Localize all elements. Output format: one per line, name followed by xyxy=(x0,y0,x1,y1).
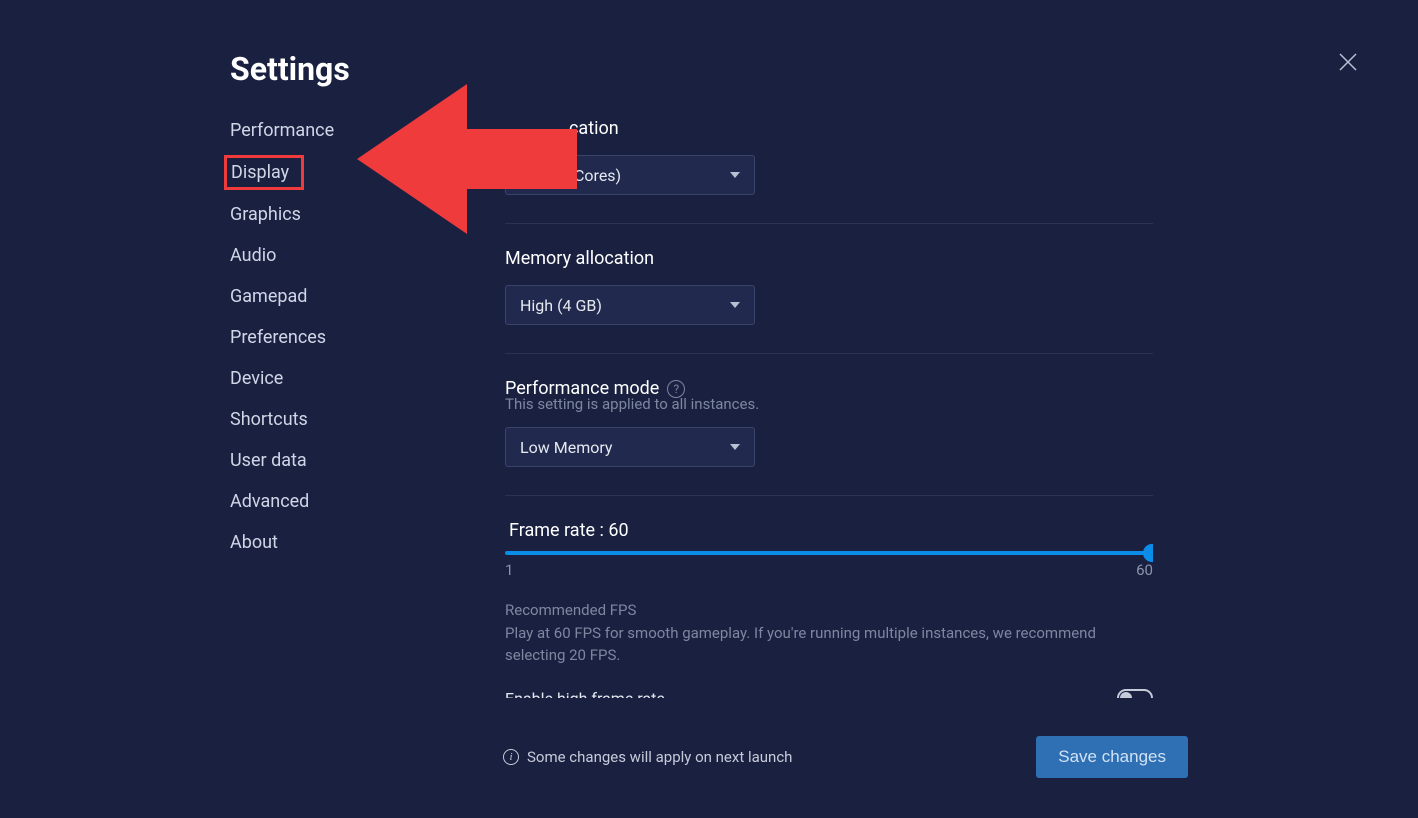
slider-min-label: 1 xyxy=(505,561,513,579)
chevron-down-icon xyxy=(730,172,740,178)
high-frame-rate-toggle[interactable] xyxy=(1117,689,1153,698)
recommended-fps-body: Play at 60 FPS for smooth gameplay. If y… xyxy=(505,623,1145,667)
close-icon xyxy=(1336,50,1360,74)
sidebar-item-device[interactable]: Device xyxy=(230,366,283,391)
high-frame-rate-row: Enable high frame rate xyxy=(505,689,1153,699)
sidebar-item-graphics[interactable]: Graphics xyxy=(230,202,301,227)
sidebar-item-display[interactable]: Display xyxy=(224,155,304,190)
sidebar-item-user-data[interactable]: User data xyxy=(230,448,307,473)
divider xyxy=(505,223,1153,224)
frame-rate-label: Frame rate : 60 xyxy=(505,520,1153,541)
slider-max-label: 60 xyxy=(1136,561,1153,579)
sidebar-item-advanced[interactable]: Advanced xyxy=(230,489,309,514)
settings-sidebar: Performance Display Graphics Audio Gamep… xyxy=(0,118,470,818)
sidebar-item-about[interactable]: About xyxy=(230,530,278,555)
divider xyxy=(505,495,1153,496)
close-button[interactable] xyxy=(1336,50,1360,74)
cpu-allocation-select[interactable]: Cores) xyxy=(505,155,755,195)
sidebar-item-performance[interactable]: Performance xyxy=(230,118,334,143)
sidebar-item-shortcuts[interactable]: Shortcuts xyxy=(230,407,308,432)
recommended-fps-title: Recommended FPS xyxy=(505,601,1153,619)
frame-rate-slider[interactable] xyxy=(505,551,1153,555)
performance-mode-select[interactable]: Low Memory xyxy=(505,427,755,467)
performance-mode-value: Low Memory xyxy=(520,438,612,457)
cpu-allocation-value: Cores) xyxy=(574,166,621,185)
sidebar-item-gamepad[interactable]: Gamepad xyxy=(230,284,307,309)
memory-allocation-select[interactable]: High (4 GB) xyxy=(505,285,755,325)
sidebar-item-preferences[interactable]: Preferences xyxy=(230,325,326,350)
save-changes-button[interactable]: Save changes xyxy=(1036,736,1188,778)
memory-allocation-value: High (4 GB) xyxy=(520,296,602,315)
page-title: Settings xyxy=(230,50,1418,88)
chevron-down-icon xyxy=(730,302,740,308)
high-frame-rate-label: Enable high frame rate xyxy=(505,689,665,699)
chevron-down-icon xyxy=(730,444,740,450)
memory-allocation-label: Memory allocation xyxy=(505,248,1153,269)
slider-thumb[interactable] xyxy=(1143,544,1153,562)
divider xyxy=(505,353,1153,354)
footer-note: i Some changes will apply on next launch xyxy=(503,748,792,766)
info-icon: i xyxy=(503,749,519,765)
performance-mode-sublabel: This setting is applied to all instances… xyxy=(505,395,1153,413)
cpu-allocation-label: cation xyxy=(569,118,1153,139)
sidebar-item-audio[interactable]: Audio xyxy=(230,243,276,268)
